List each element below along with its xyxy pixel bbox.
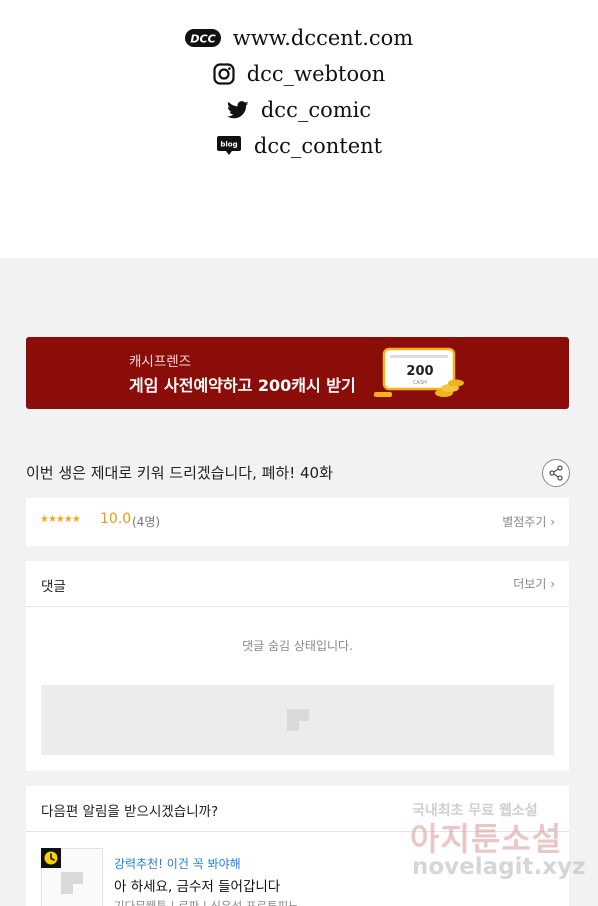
recommendation-meta: 기다무웹툰 | 로판 | 신유성,포르투피노 [114,899,299,906]
banner-headline: 게임 사전예약하고 200캐시 받기 [129,376,356,395]
divider [26,831,569,832]
blog-link[interactable]: blog dcc_content [0,134,598,158]
rating-count: (4명) [132,515,161,529]
blog-handle: dcc_content [253,134,383,158]
wait-free-clock-icon [41,848,61,868]
share-icon [549,465,563,481]
comments-hidden-message: 댓글 숨김 상태입니다. [242,639,353,653]
share-button[interactable] [542,459,570,487]
recommendation-label[interactable]: 강력추천! 이건 꼭 봐야해 [114,855,241,872]
banner-subtitle: 캐시프렌즈 [129,354,192,370]
image-placeholder-icon [286,709,309,731]
svg-text:CASH: CASH [413,380,427,386]
instagram-link[interactable]: dcc_webtoon [0,62,598,86]
dcc-logo-icon: DCC [184,28,221,48]
svg-text:DCC: DCC [190,33,215,46]
comments-header: 댓글 더보기 › [26,561,569,607]
rating-score: 10.0 [100,511,132,527]
instagram-icon [213,63,235,85]
website-link[interactable]: DCC www.dccent.com [0,26,598,50]
instagram-handle: dcc_webtoon [246,62,386,86]
next-episode-alert: 다음편 알림을 받으시겠습니까? 강력추천! 이건 꼭 봐야해 아 하세요, 금… [26,786,569,906]
ad-placeholder[interactable] [41,685,554,755]
website-url: www.dccent.com [232,26,414,50]
twitter-handle: dcc_comic [260,98,372,122]
alert-question: 다음편 알림을 받으시겠습니까? [41,804,219,820]
svg-text:200: 200 [406,364,433,379]
rating-stars: ★★★★★ [40,514,81,525]
twitter-link[interactable]: dcc_comic [0,98,598,122]
svg-text:blog: blog [220,141,237,149]
promo-banner[interactable]: 캐시프렌즈 게임 사전예약하고 200캐시 받기 200 CASH [26,337,569,409]
cash-ticket-icon: 200 CASH [374,347,464,397]
comments-title: 댓글 [41,579,66,595]
publisher-links-section: DCC www.dccent.com dcc_webtoon dcc_comic… [0,0,598,258]
rating-card: ★★★★★ 10.0 (4명) 별점주기 › [26,498,569,546]
twitter-bird-icon [226,101,249,119]
blog-icon: blog [216,135,242,157]
image-placeholder-icon [61,872,83,894]
recommendation-title[interactable]: 아 하세요, 금수저 들어갑니다 [114,875,280,895]
comments-more-button[interactable]: 더보기 › [513,575,555,592]
comments-section: 댓글 더보기 › 댓글 숨김 상태입니다. [26,561,569,771]
rate-button[interactable]: 별점주기 › [502,513,555,530]
episode-title: 이번 생은 제대로 키워 드리겠습니다, 폐하! 40화 [26,464,333,482]
